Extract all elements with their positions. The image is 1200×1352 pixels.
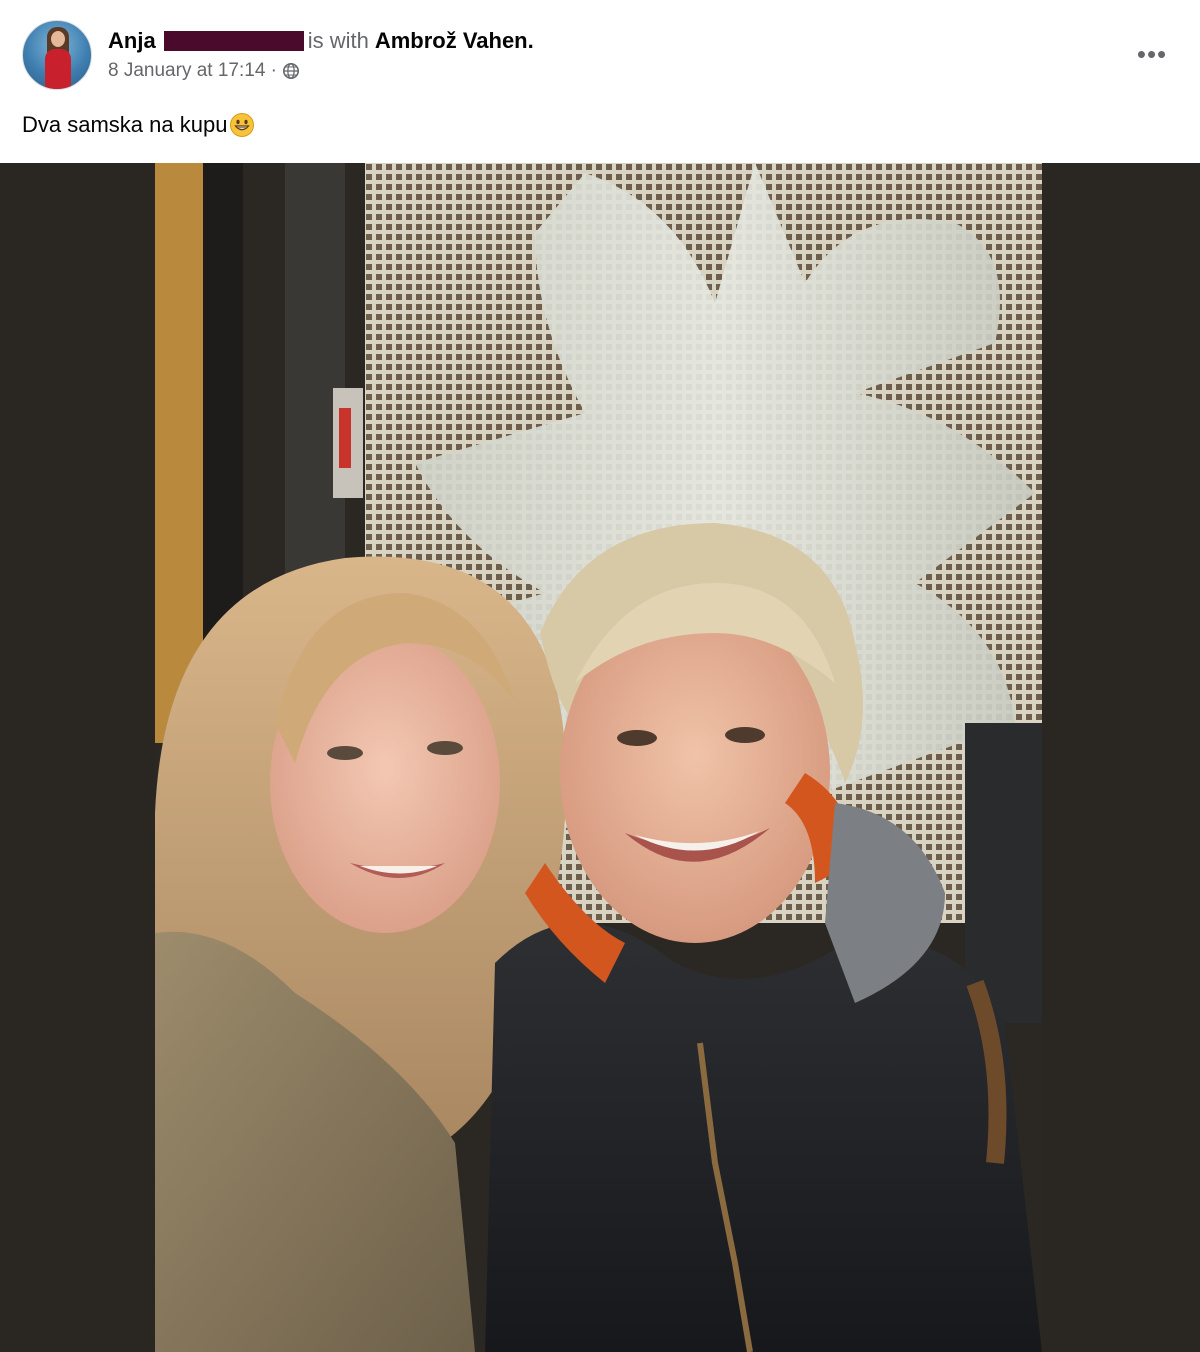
post-meta: 8 January at 17:14 · [108, 60, 300, 82]
more-options-icon[interactable]: ••• [1134, 39, 1170, 69]
tagged-person-link[interactable]: Ambrož Vahen. [375, 28, 534, 54]
selfie-photo-illustration [155, 163, 1042, 1352]
post-header: Anja is with Ambrož Vahen. 8 January at … [0, 0, 1200, 160]
facebook-post: Anja is with Ambrož Vahen. 8 January at … [0, 0, 1200, 1352]
post-photo-frame [0, 163, 1200, 1352]
grinning-face-icon [230, 113, 255, 137]
post-photo[interactable] [155, 163, 1042, 1352]
globe-icon[interactable] [282, 62, 300, 80]
post-caption: Dva samska na kupu [22, 112, 255, 138]
author-name-link[interactable]: Anja [108, 28, 156, 54]
avatar-figure-body [45, 49, 71, 89]
post-timestamp-link[interactable]: 8 January at 17:14 · [108, 60, 277, 82]
with-text: is with [307, 28, 369, 53]
caption-text: Dva samska na kupu [22, 112, 228, 137]
redacted-surname [163, 31, 304, 51]
avatar-figure-head [51, 31, 65, 47]
post-title-line: Anja is with Ambrož Vahen. [108, 27, 534, 55]
author-avatar[interactable] [22, 20, 92, 90]
